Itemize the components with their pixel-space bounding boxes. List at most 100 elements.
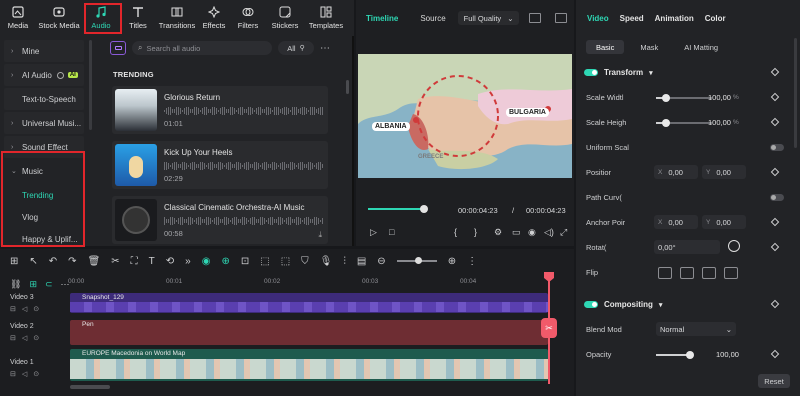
tab-transitions[interactable]: Transitions: [156, 0, 198, 36]
adjust-icon[interactable]: ⟲: [166, 256, 174, 267]
flip-vertical-icon[interactable]: [680, 267, 694, 279]
ai-clip-icon[interactable]: ◉: [202, 256, 211, 267]
text-icon[interactable]: T: [149, 256, 155, 267]
snap-icon[interactable]: ⊕: [221, 256, 229, 267]
tab-speed[interactable]: Speed: [620, 14, 644, 23]
tab-media[interactable]: Media: [0, 0, 36, 36]
play-icon[interactable]: ▷: [370, 227, 377, 238]
zoom-in-icon[interactable]: ⊕: [448, 256, 456, 267]
tab-templates[interactable]: Templates: [304, 0, 348, 36]
subtab-ai-matting[interactable]: AI Matting: [674, 40, 728, 54]
timeline-scrollbar[interactable]: [70, 385, 110, 389]
stop-icon[interactable]: □: [389, 227, 394, 237]
list-item[interactable]: Classical Cinematic Orchestra-AI Music 0…: [112, 196, 328, 244]
mark-out-icon[interactable]: }: [474, 227, 477, 237]
anchor-x-input[interactable]: X 0,00: [654, 215, 698, 229]
subtab-basic[interactable]: Basic: [586, 40, 625, 54]
keyframe-icon[interactable]: [770, 67, 780, 77]
tab-animation[interactable]: Animation: [655, 14, 694, 23]
more-options-icon[interactable]: ⋯: [320, 43, 330, 54]
transform-section-header[interactable]: Transform ▾: [584, 68, 653, 77]
layout-icon[interactable]: ⋮: [467, 256, 477, 267]
expand-icon[interactable]: »: [185, 256, 191, 267]
playback-knob[interactable]: [420, 205, 428, 213]
volume-icon[interactable]: ◁): [544, 227, 554, 238]
position-x-input[interactable]: X 0,00: [654, 165, 698, 179]
link-icon[interactable]: ⛓: [10, 279, 29, 289]
marker-icon[interactable]: ⊡: [241, 256, 249, 267]
delete-icon[interactable]: 🗑: [88, 256, 101, 267]
shield-icon[interactable]: ⛉: [301, 256, 309, 267]
mixer-icon[interactable]: ⫶: [343, 256, 346, 267]
mic-icon[interactable]: 🎙: [320, 256, 333, 267]
grid-icon[interactable]: ⊞: [10, 256, 18, 267]
tab-stock-media[interactable]: Stock Media: [36, 0, 82, 36]
opacity-slider[interactable]: [656, 354, 690, 356]
compositing-toggle[interactable]: [584, 301, 598, 308]
transform-toggle[interactable]: [584, 69, 598, 76]
rotate-dial-icon[interactable]: [728, 240, 740, 252]
sticker-icon[interactable]: ⬚: [281, 256, 290, 267]
tab-color[interactable]: Color: [705, 14, 726, 23]
split-icon[interactable]: ✂: [111, 256, 119, 267]
clip-pen[interactable]: Pen: [70, 320, 548, 345]
path-curve-toggle[interactable]: [770, 194, 784, 201]
time-ruler[interactable]: 00:00 00:01 00:02 00:03 00:04: [68, 276, 568, 290]
keyframe-icon[interactable]: [770, 117, 780, 127]
uniform-scale-toggle[interactable]: [770, 144, 784, 151]
track-controls[interactable]: ⊟◁⊙: [10, 334, 45, 342]
split-scissors-icon[interactable]: ✂: [541, 318, 557, 338]
effects-icon[interactable]: ⬚: [260, 256, 269, 267]
sidebar-item-mine[interactable]: › Mine: [4, 40, 84, 62]
list-item[interactable]: Glorious Return 01:01: [112, 86, 328, 134]
favorites-button[interactable]: [110, 41, 126, 55]
audio-search-input[interactable]: ⌕ Search all audio: [132, 41, 272, 55]
position-y-input[interactable]: Y 0,00: [702, 165, 746, 179]
caption-icon[interactable]: ▤: [357, 256, 366, 267]
playback-progress[interactable]: [368, 208, 424, 210]
rotate-right-icon[interactable]: [724, 267, 738, 279]
keyframe-icon[interactable]: [770, 217, 780, 227]
scale-width-value[interactable]: 100,00: [708, 93, 731, 102]
list-item[interactable]: Kick Up Your Heels 02:29: [112, 141, 328, 189]
keyframe-icon[interactable]: [770, 299, 780, 309]
blend-mode-dropdown[interactable]: Normal ⌄: [656, 322, 736, 336]
quality-dropdown[interactable]: Full Quality ⌄: [457, 11, 520, 25]
select-tool-icon[interactable]: ↖: [29, 256, 37, 267]
display-icon[interactable]: ▭: [512, 227, 521, 238]
zoom-out-icon[interactable]: ⊖: [377, 256, 385, 267]
keyframe-icon[interactable]: [770, 349, 780, 359]
image-icon[interactable]: [555, 13, 568, 23]
download-icon[interactable]: ⤓: [318, 230, 322, 240]
sidebar-scrollbar[interactable]: [89, 38, 93, 246]
subtab-mask[interactable]: Mask: [630, 40, 668, 54]
magnet-icon[interactable]: ⊂: [45, 279, 61, 289]
audio-list-scrollbar[interactable]: [346, 80, 349, 94]
sidebar-item-text-to-speech[interactable]: Text-to-Speech: [4, 88, 84, 110]
reset-button[interactable]: Reset: [758, 374, 790, 388]
sidebar-item-universal-music[interactable]: › Universal Musi...: [4, 112, 84, 134]
tab-source[interactable]: Source: [420, 14, 445, 23]
anchor-y-input[interactable]: Y 0,00: [702, 215, 746, 229]
mark-in-icon[interactable]: {: [454, 227, 457, 237]
scale-height-value[interactable]: 100,00: [708, 118, 731, 127]
properties-scrollbar[interactable]: [794, 38, 797, 148]
tab-audio[interactable]: Audio: [82, 0, 120, 36]
keyframe-icon[interactable]: [770, 167, 780, 177]
tab-video[interactable]: Video: [587, 14, 609, 23]
track-controls[interactable]: ⊟◁⊙: [10, 370, 45, 378]
track-add-icon[interactable]: ⊞: [29, 279, 45, 289]
snapshot-icon[interactable]: ◉: [528, 227, 536, 238]
zoom-slider[interactable]: [396, 257, 437, 264]
tab-timeline[interactable]: Timeline: [366, 14, 398, 23]
keyframe-icon[interactable]: [770, 242, 780, 252]
keyframe-icon[interactable]: [770, 92, 780, 102]
clip-europe-map[interactable]: EUROPE Macedonia on World Map: [70, 349, 548, 381]
rotate-left-icon[interactable]: [702, 267, 716, 279]
redo-icon[interactable]: ↷: [68, 256, 76, 267]
crop-icon[interactable]: ⛶: [131, 256, 138, 267]
fullscreen-icon[interactable]: ⤢: [560, 227, 567, 238]
video-preview[interactable]: ALBANIA BULGARIA GREECE: [358, 54, 572, 178]
scale-height-knob[interactable]: [662, 119, 670, 127]
clip-snapshot[interactable]: Snapshot_129: [70, 293, 548, 313]
